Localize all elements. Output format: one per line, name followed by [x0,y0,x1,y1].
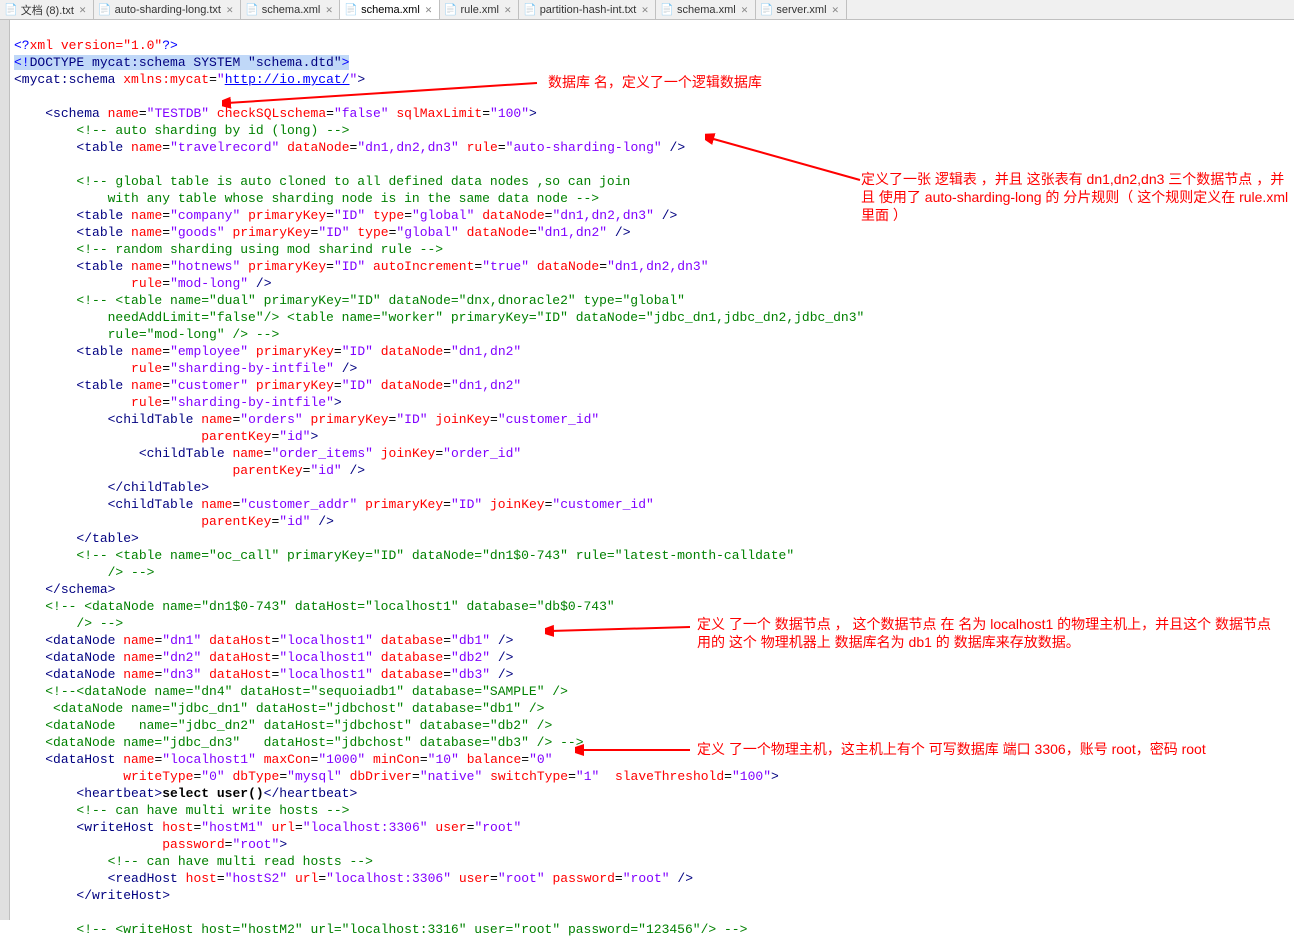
rh-url: localhost:3306 [334,871,443,886]
dh-maxcon: 1000 [326,752,357,767]
tab-bar: 📄文档 (8).txt✕ 📄auto-sharding-long.txt✕ 📄s… [0,0,1294,20]
wh-pwd: root [240,837,271,852]
tab-label: partition-hash-int.txt [540,4,637,16]
file-icon: 📄 [344,3,358,16]
dh-switch: 1 [584,769,592,784]
wh-host: hostM1 [209,820,256,835]
file-icon: 📄 [760,3,774,16]
close-icon[interactable]: ✕ [425,5,435,15]
tab-item-2[interactable]: 📄schema.xml ✕ [241,0,340,19]
close-icon[interactable]: ✕ [641,5,651,15]
file-icon: 📄 [444,3,458,16]
file-icon: 📄 [245,3,259,16]
dn3-host: localhost1 [287,667,365,682]
tab-label: server.xml [776,4,826,16]
dh-mincon: 10 [435,752,451,767]
file-icon: 📄 [660,3,674,16]
dn2-host: localhost1 [287,650,365,665]
tab-label: rule.xml [460,4,499,16]
tab-label: 文档 (8).txt [21,2,74,18]
tab-item-0[interactable]: 📄文档 (8).txt ✕ [0,0,94,19]
tab-item-7[interactable]: 📄server.xml ✕ [756,0,847,19]
rh-pwd: root [631,871,662,886]
wh2-url: localhost:3316 [349,922,458,937]
annotation-3: 定义 了一个 数据节点 ， 这个数据节点 在 名为 localhost1 的物理… [697,615,1287,651]
tab-item-3[interactable]: 📄schema.xml ✕ [340,0,439,19]
tab-label: auto-sharding-long.txt [115,4,221,16]
dh-writetype: 0 [209,769,217,784]
dh-name: localhost1 [170,752,248,767]
rh-user: root [506,871,537,886]
tab-item-5[interactable]: 📄partition-hash-int.txt ✕ [519,0,656,19]
fold-gutter[interactable] [0,20,10,920]
dn1-host: localhost1 [287,633,365,648]
dn1-db: db1 [459,633,482,648]
annotation-2: 定义了一张 逻辑表 ，并且 这张表有 dn1,dn2,dn3 三个数据节点 ，并… [861,170,1291,224]
dh-slave: 100 [740,769,763,784]
tab-label: schema.xml [361,4,420,16]
wh2-host: hostM2 [248,922,295,937]
tab-item-4[interactable]: 📄rule.xml ✕ [440,0,519,19]
annotation-4: 定义 了一个物理主机，这主机上有个 可写数据库 端口 3306，账号 root，… [697,740,1287,758]
dn3-db: db3 [459,667,482,682]
wh-url: localhost:3306 [311,820,420,835]
annotation-1: 数据库 名，定义了一个逻辑数据库 [548,73,762,91]
customer-dn: dn1,dn2 [459,378,514,393]
tab-item-1[interactable]: 📄auto-sharding-long.txt ✕ [94,0,241,19]
tab-label: schema.xml [262,4,321,16]
file-icon: 📄 [4,3,18,16]
dn2-db: db2 [459,650,482,665]
file-icon: 📄 [98,3,112,16]
schema-name: TESTDB [154,106,201,121]
sqlmax: 100 [498,106,521,121]
tab-item-6[interactable]: 📄schema.xml ✕ [656,0,755,19]
wh2-pwd: 123456 [646,922,693,937]
wh2-user: root [521,922,552,937]
file-icon: 📄 [523,3,537,16]
rh-host: hostS2 [233,871,280,886]
goods-dn: dn1,dn2 [545,225,600,240]
dh-balance: 0 [537,752,545,767]
close-icon[interactable]: ✕ [79,5,89,15]
travelrecord-dn: dn1,dn2,dn3 [365,140,451,155]
close-icon[interactable]: ✕ [741,5,751,15]
close-icon[interactable]: ✕ [832,5,842,15]
employee-dn: dn1,dn2 [459,344,514,359]
close-icon[interactable]: ✕ [226,5,236,15]
ns-url[interactable]: http://io.mycat/ [225,72,350,87]
code-editor[interactable]: <?xml version="1.0"?> <!DOCTYPE mycat:sc… [10,20,1294,920]
close-icon[interactable]: ✕ [325,5,335,15]
wh-user: root [482,820,513,835]
dh-dbtype: mysql [295,769,334,784]
hotnews-dn: dn1,dn2,dn3 [615,259,701,274]
company-dn: dn1,dn2,dn3 [560,208,646,223]
dh-driver: native [428,769,475,784]
heartbeat-text: select user() [162,786,263,801]
tab-label: schema.xml [677,4,736,16]
close-icon[interactable]: ✕ [504,5,514,15]
travelrecord-rule: auto-sharding-long [513,140,653,155]
